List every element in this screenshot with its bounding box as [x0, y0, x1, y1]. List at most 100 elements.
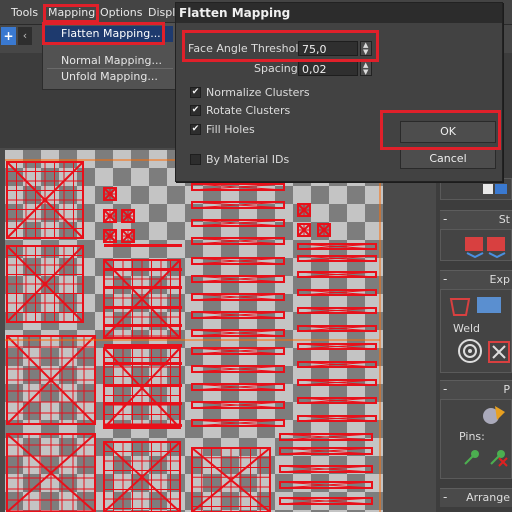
explode-panel: Weld	[440, 289, 512, 373]
pins-label: Pins:	[459, 430, 485, 443]
checker-cell	[149, 204, 167, 222]
checker-cell	[149, 186, 167, 204]
checker-cell	[23, 420, 41, 438]
checker-cell	[77, 168, 95, 186]
checker-cell	[257, 420, 275, 438]
checker-cell	[203, 402, 221, 420]
menu-mapping[interactable]: Mapping	[45, 5, 98, 21]
checker-cell	[185, 312, 203, 330]
checker-cell	[41, 168, 59, 186]
checker-cell	[203, 312, 221, 330]
face-angle-spinner[interactable]: ▲ ▼	[360, 41, 372, 56]
checker-cell	[23, 438, 41, 456]
uv-island	[121, 209, 135, 223]
menu-options[interactable]: Options	[97, 5, 145, 21]
uv-island	[297, 223, 311, 237]
checker-cell	[203, 420, 221, 438]
checker-cell	[131, 456, 149, 474]
uv-thin-strip	[104, 344, 182, 347]
checker-cell	[293, 276, 311, 294]
cancel-button[interactable]: Cancel	[400, 149, 496, 169]
checker-cell	[329, 312, 347, 330]
checker-cell	[329, 384, 347, 402]
checker-cell	[293, 186, 311, 204]
by-material-ids-label: By Material IDs	[206, 153, 290, 166]
chevron-left-icon[interactable]: ‹	[18, 27, 32, 45]
checker-cell	[329, 204, 347, 222]
checker-cell	[221, 456, 239, 474]
ok-button[interactable]: OK	[400, 121, 496, 143]
stitch-icon[interactable]	[463, 233, 512, 259]
checker-cell	[131, 312, 149, 330]
pin-add-icon[interactable]	[461, 446, 483, 468]
checker-cell	[59, 150, 77, 168]
face-angle-input[interactable]: 75,0	[298, 41, 358, 56]
checker-cell	[203, 276, 221, 294]
checker-cell	[167, 222, 185, 240]
pin-remove-icon[interactable]	[487, 446, 509, 468]
checker-cell	[41, 438, 59, 456]
menu-item-unfold-mapping[interactable]: Unfold Mapping...	[45, 69, 173, 85]
fill-holes-checkbox[interactable]: ✔	[190, 124, 201, 135]
checker-cell	[113, 150, 131, 168]
uv-editor-viewport[interactable]	[0, 148, 436, 512]
uv-thin-strip	[104, 286, 182, 289]
menu-tools[interactable]: Tools	[8, 5, 41, 21]
checker-cell	[185, 492, 203, 510]
checker-cell	[41, 492, 59, 510]
by-material-ids-checkbox[interactable]	[190, 154, 201, 165]
rotate-clusters-checkbox[interactable]: ✔	[190, 105, 201, 116]
menu-item-flatten-mapping[interactable]: Flatten Mapping...	[45, 26, 173, 42]
uv-thin-strip	[104, 424, 182, 427]
menu-item-normal-mapping[interactable]: Normal Mapping...	[45, 53, 173, 69]
uv-thin-strip	[104, 306, 182, 309]
peel-icon[interactable]	[479, 402, 509, 428]
checker-cell	[347, 204, 365, 222]
flatten-mapping-dialog: Flatten Mapping Face Angle Threshold: 75…	[175, 2, 503, 182]
weld-target-icon[interactable]	[457, 338, 483, 364]
rollout-peel-header[interactable]: - P	[440, 380, 512, 399]
checker-cell	[131, 492, 149, 510]
weld-selected-icon[interactable]	[487, 340, 511, 364]
checker-cell	[23, 456, 41, 474]
checker-cell	[77, 402, 95, 420]
layout-icon[interactable]	[481, 182, 511, 196]
normalize-clusters-checkbox[interactable]: ✔	[190, 87, 201, 98]
checker-cell	[293, 312, 311, 330]
checker-cell	[77, 492, 95, 510]
checker-cell	[185, 366, 203, 384]
checker-cell	[131, 438, 149, 456]
checker-cell	[41, 348, 59, 366]
spacing-spinner[interactable]: ▲ ▼	[360, 61, 372, 76]
checker-cell	[257, 366, 275, 384]
checker-cell	[41, 420, 59, 438]
checker-cell	[167, 204, 185, 222]
explode-icon[interactable]	[447, 293, 507, 321]
uv-island	[103, 187, 117, 201]
checker-cell	[77, 186, 95, 204]
plus-icon[interactable]: +	[1, 27, 16, 45]
mapping-dropdown-menu: Flatten Mapping... Normal Mapping... Unf…	[42, 22, 180, 90]
rollout-explode-header[interactable]: - Exp	[440, 270, 512, 289]
checker-cell	[95, 150, 113, 168]
uv-checker-canvas	[0, 148, 436, 512]
uv-thin-strip	[104, 402, 182, 405]
checker-cell	[185, 348, 203, 366]
checker-cell	[185, 384, 203, 402]
spacing-input[interactable]: 0,02	[298, 61, 358, 76]
menu-display[interactable]: Displ	[145, 5, 178, 21]
checker-cell	[293, 366, 311, 384]
face-angle-label: Face Angle Threshold:	[188, 42, 310, 55]
dialog-title: Flatten Mapping	[176, 3, 502, 23]
spacing-label: Spacing:	[254, 62, 302, 75]
checker-cell	[203, 330, 221, 348]
checker-cell	[221, 240, 239, 258]
checker-cell	[167, 456, 185, 474]
checker-cell	[167, 294, 185, 312]
checker-cell	[293, 348, 311, 366]
rollout-arrange-header[interactable]: - Arrange	[440, 488, 512, 507]
checker-cell	[293, 330, 311, 348]
checker-cell	[149, 240, 167, 258]
checker-cell	[329, 222, 347, 240]
rollout-stitch-header[interactable]: - St	[440, 210, 512, 229]
